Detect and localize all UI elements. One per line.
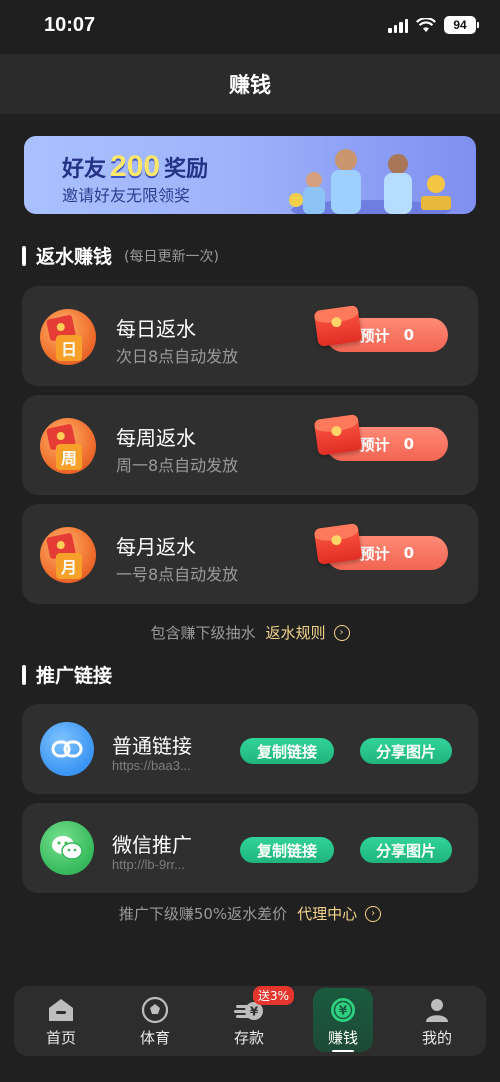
tab-sports[interactable]: 体育 bbox=[108, 986, 202, 1056]
svg-text:¥: ¥ bbox=[339, 1004, 348, 1018]
rebate-title: 每周返水 bbox=[116, 426, 196, 450]
rebate-note: 包含赚下级抽水 返水规则 › bbox=[0, 622, 500, 643]
agent-center-label: 代理中心 bbox=[297, 905, 358, 923]
rebate-section-subtitle: (每日更新一次) bbox=[124, 248, 219, 265]
page-title: 赚钱 bbox=[229, 73, 271, 97]
tab-profile[interactable]: 我的 bbox=[390, 986, 484, 1056]
monthly-red-envelope-icon: 月 bbox=[40, 527, 96, 583]
rebate-desc: 次日8点自动发放 bbox=[116, 347, 239, 366]
earn-money-icon: ¥ bbox=[328, 996, 358, 1024]
rebate-section-header: 返水赚钱 (每日更新一次) bbox=[22, 242, 219, 269]
active-tab-underline bbox=[332, 1050, 354, 1052]
home-icon bbox=[46, 996, 76, 1024]
rebate-icon-char: 月 bbox=[56, 553, 82, 579]
share-image-button[interactable]: 分享图片 bbox=[360, 837, 452, 863]
weekly-rebate-card[interactable]: 周 每周返水 周一8点自动发放 预计 0 bbox=[22, 395, 478, 495]
daily-rebate-card[interactable]: 日 每日返水 次日8点自动发放 预计 0 bbox=[22, 286, 478, 386]
banner-headline-post: 奖励 bbox=[164, 157, 209, 182]
tab-label: 存款 bbox=[233, 1029, 264, 1047]
weekly-red-envelope-icon: 周 bbox=[40, 418, 96, 474]
rebate-desc: 周一8点自动发放 bbox=[116, 456, 239, 475]
banner-players-illustration bbox=[289, 149, 451, 214]
link-title: 微信推广 bbox=[112, 833, 192, 857]
rebate-rules-link[interactable]: 返水规则 › bbox=[266, 622, 350, 643]
banner-headline-pre: 好友 bbox=[62, 157, 107, 182]
chevron-right-circle-icon: › bbox=[333, 624, 350, 641]
link-icon bbox=[40, 722, 94, 776]
tab-home[interactable]: 首页 bbox=[14, 986, 108, 1056]
link-title: 普通链接 bbox=[112, 734, 192, 758]
tab-earn[interactable]: ¥ 赚钱 bbox=[296, 986, 390, 1056]
cellular-signal-icon bbox=[388, 17, 408, 33]
invite-banner[interactable]: 好友 200 奖励 邀请好友无限领奖 bbox=[24, 136, 476, 214]
estimate-value: 0 bbox=[403, 326, 414, 344]
estimate-label: 预计 bbox=[359, 326, 390, 345]
bottom-tab-bar: 首页 体育 ¥ 存款 送3% ¥ 赚钱 我的 bbox=[14, 986, 486, 1056]
wifi-icon bbox=[416, 17, 436, 32]
tab-label: 首页 bbox=[45, 1029, 76, 1047]
promo-section-title: 推广链接 bbox=[36, 665, 113, 687]
tab-label: 体育 bbox=[139, 1029, 170, 1047]
estimate-value: 0 bbox=[403, 435, 414, 453]
share-image-button[interactable]: 分享图片 bbox=[360, 738, 452, 764]
link-url: http://lb-9rr... bbox=[112, 857, 185, 872]
section-marker bbox=[22, 245, 26, 266]
tab-deposit[interactable]: ¥ 存款 送3% bbox=[202, 986, 296, 1056]
svg-text:¥: ¥ bbox=[250, 1005, 259, 1019]
banner-subline: 邀请好友无限领奖 bbox=[62, 186, 191, 205]
tab-label: 我的 bbox=[421, 1029, 452, 1047]
promo-section-header: 推广链接 bbox=[22, 661, 112, 688]
rebate-section-title: 返水赚钱 bbox=[36, 246, 113, 268]
rebate-icon-char: 日 bbox=[56, 335, 82, 361]
estimate-value: 0 bbox=[403, 544, 414, 562]
normal-link-card: 普通链接 https://baa3... 复制链接 分享图片 bbox=[22, 704, 478, 794]
red-packet-icon bbox=[313, 305, 363, 347]
copy-link-button[interactable]: 复制链接 bbox=[240, 738, 334, 764]
promo-note: 推广下级赚50%返水差价 代理中心 › bbox=[0, 903, 500, 924]
estimate-label: 预计 bbox=[359, 435, 390, 454]
wechat-icon bbox=[40, 821, 94, 875]
nav-header: 赚钱 bbox=[0, 54, 500, 114]
wechat-link-card: 微信推广 http://lb-9rr... 复制链接 分享图片 bbox=[22, 803, 478, 893]
agent-center-link[interactable]: 代理中心 › bbox=[297, 903, 382, 924]
soccer-ball-icon bbox=[140, 996, 170, 1024]
rebate-note-text: 包含赚下级抽水 bbox=[150, 624, 256, 642]
tab-label: 赚钱 bbox=[327, 1029, 358, 1047]
banner-headline-number: 200 bbox=[110, 150, 161, 183]
status-icons: 94 bbox=[388, 16, 479, 34]
estimate-label: 预计 bbox=[359, 544, 390, 563]
rebate-desc: 一号8点自动发放 bbox=[116, 565, 239, 584]
deposit-bonus-badge: 送3% bbox=[253, 986, 295, 1005]
daily-red-envelope-icon: 日 bbox=[40, 309, 96, 365]
rebate-rules-label: 返水规则 bbox=[265, 624, 326, 642]
section-marker bbox=[22, 664, 26, 685]
rebate-title: 每月返水 bbox=[116, 535, 196, 559]
status-time: 10:07 bbox=[44, 14, 96, 36]
monthly-rebate-card[interactable]: 月 每月返水 一号8点自动发放 预计 0 bbox=[22, 504, 478, 604]
red-packet-icon bbox=[313, 523, 363, 565]
red-packet-icon bbox=[313, 414, 363, 456]
link-url: https://baa3... bbox=[112, 758, 191, 773]
user-icon bbox=[422, 996, 452, 1024]
status-bar: 10:07 94 bbox=[0, 0, 500, 54]
rebate-title: 每日返水 bbox=[116, 317, 196, 341]
banner-headline: 好友 200 奖励 bbox=[62, 150, 208, 184]
promo-note-text: 推广下级赚50%返水差价 bbox=[118, 905, 288, 923]
copy-link-button[interactable]: 复制链接 bbox=[240, 837, 334, 863]
rebate-icon-char: 周 bbox=[56, 444, 82, 470]
battery-icon: 94 bbox=[444, 16, 479, 34]
chevron-right-circle-icon: › bbox=[365, 905, 382, 922]
